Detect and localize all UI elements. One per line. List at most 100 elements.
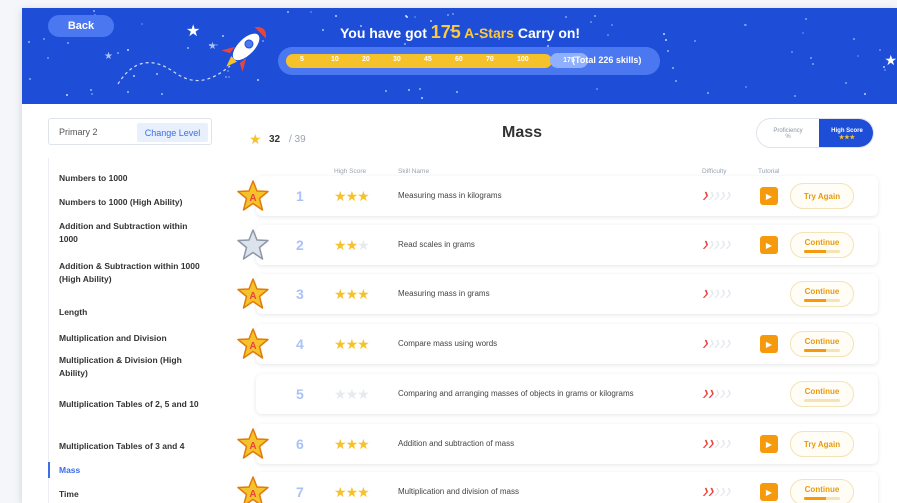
astar-label: A-Stars [464,25,514,41]
score-mode-toggle[interactable]: Proficiency % High Score ★★★ [756,118,874,148]
high-score-stars: ★★★ [334,386,370,403]
star-icon: ★ [345,386,359,402]
star-dot [384,90,387,93]
continue-button[interactable]: Continue [790,281,854,307]
star-icon: ★ [186,23,201,40]
svg-text:A: A [249,193,256,204]
score-total: / 39 [289,134,306,145]
toggle-proficiency-sub: % [785,134,791,140]
svg-text:A: A [249,441,256,452]
skill-progress-bar [804,398,840,402]
tutorial-play-button[interactable]: ▶ [760,483,778,501]
star-dot [845,81,847,84]
try-again-button[interactable]: Try Again [790,183,854,209]
skill-number: 3 [296,286,304,302]
star-dot [67,41,69,44]
star-dot [420,96,423,99]
action-label: Continue [804,484,840,494]
star-icon: ★ [357,336,370,352]
skill-name: Measuring mass in grams [398,289,490,298]
tutorial-play-button[interactable]: ▶ [760,335,778,353]
star-dot [744,85,747,88]
sidebar-item-numbers-to-1000[interactable]: Numbers to 1000 [59,172,207,185]
high-score-stars: ★★★ [334,237,370,254]
trail-decoration [117,62,231,85]
tutorial-play-button[interactable]: ▶ [760,435,778,453]
toggle-high-score[interactable]: High Score ★★★ [819,119,873,147]
skill-progress-bar [804,249,840,253]
star-dot [667,49,670,52]
star-icon: ★ [334,484,347,500]
star-icon: ★ [334,336,347,352]
sidebar-item-multiplication-tables-of-3-and-4[interactable]: Multiplication Tables of 3 and 4 [59,440,207,453]
progress-milestone: 60 [455,56,463,63]
continue-button[interactable]: Continue [790,479,854,503]
skill-row[interactable]: A 1 ★★★ Measuring mass in kilograms ❯❯❯❯❯ ▶ Tr… [237,176,878,216]
star-dot [160,92,163,95]
star-icon: ★ [334,286,347,302]
star-icon: ★ [357,286,370,302]
skill-name: Read scales in grams [398,240,475,249]
action-label: Continue [804,386,840,396]
skill-number: 7 [296,484,304,500]
star-dot [47,57,50,60]
back-button[interactable]: Back [48,15,114,37]
try-again-button[interactable]: Try Again [790,431,854,457]
progress-milestone: 5 [300,56,304,63]
app-root: Back ★ ★ ★ You have got 175 A-Stars Carr… [0,0,897,503]
sidebar-item-numbers-to-1000-high-ability[interactable]: Numbers to 1000 (High Ability) [59,196,207,209]
sidebar-item-addition-and-subtraction-within-1000[interactable]: Addition and Subtraction within 1000 [59,220,207,246]
star-dot [879,49,882,51]
progress-milestone: 70 [486,56,494,63]
skill-row[interactable]: A 3 ★★★ Measuring mass in grams ❯❯❯❯❯ Continu… [237,274,878,314]
toggle-proficiency[interactable]: Proficiency % [757,119,819,147]
skill-progress-fill [804,298,826,302]
column-high-score: High Score [334,168,367,175]
difficulty-chevron-icon: ❯ [724,339,732,348]
sidebar-item-multiplication-division-high-ability[interactable]: Multiplication & Division (High Ability) [59,354,207,380]
sidebar-item-mass[interactable]: Mass [59,464,207,477]
star-dot [801,32,804,35]
star-dot [672,66,675,69]
change-level-button[interactable]: Change Level [137,123,208,142]
skill-progress-bar [804,496,840,500]
tutorial-play-button[interactable]: ▶ [760,236,778,254]
difficulty-indicator: ❯❯❯❯❯ [702,339,731,348]
skill-row[interactable]: A 7 ★★★ Multiplication and division of mass… [237,472,878,503]
sidebar-item-length[interactable]: Length [59,306,207,319]
star-dot [126,90,129,93]
sidebar-item-multiplication-tables-of-2-5-and-10[interactable]: Multiplication Tables of 2, 5 and 10 [59,398,207,411]
progress-milestone: 100 [517,56,529,63]
star-icon: ★ [334,436,347,452]
tutorial-play-button[interactable]: ▶ [760,187,778,205]
sidebar-item-multiplication-and-division[interactable]: Multiplication and Division [59,332,207,345]
star-dot [675,79,678,82]
skill-name: Multiplication and division of mass [398,487,519,496]
star-dot [663,32,666,35]
star-dot [610,23,613,26]
star-dot [853,37,855,40]
difficulty-chevron-icon: ❯ [724,389,732,398]
skill-row[interactable]: 2 ★★★ Read scales in grams ❯❯❯❯❯ ▶ Continue [237,225,878,265]
continue-button[interactable]: Continue [790,331,854,357]
star-dot [418,88,421,91]
sidebar-item-time[interactable]: Time [59,488,207,501]
high-score-stars: ★★★ [334,286,370,303]
star-dot [446,13,449,16]
skill-number: 1 [296,188,304,204]
star-dot [856,55,859,58]
svg-text:A: A [249,291,256,302]
continue-button[interactable]: Continue [790,232,854,258]
star-icon: ★ [334,237,347,253]
star-dot [309,10,312,13]
skill-row[interactable]: 5 ★★★ Comparing and arranging masses of ob… [256,374,878,414]
star-icon: ★ [345,286,359,302]
a-star-badge-icon: A [237,328,269,359]
svg-text:A: A [249,341,256,352]
star-dot [589,20,592,23]
skill-row[interactable]: A 4 ★★★ Compare mass using words ❯❯❯❯❯ ▶ Conti… [237,324,878,364]
difficulty-indicator: ❯❯❯❯❯ [702,240,731,249]
sidebar-item-addition-subtraction-within-1000-high-ability[interactable]: Addition & Subtraction within 1000 (High… [59,260,207,286]
continue-button[interactable]: Continue [790,381,854,407]
skill-row[interactable]: A 6 ★★★ Addition and subtraction of mass ❯❯❯… [237,424,878,464]
